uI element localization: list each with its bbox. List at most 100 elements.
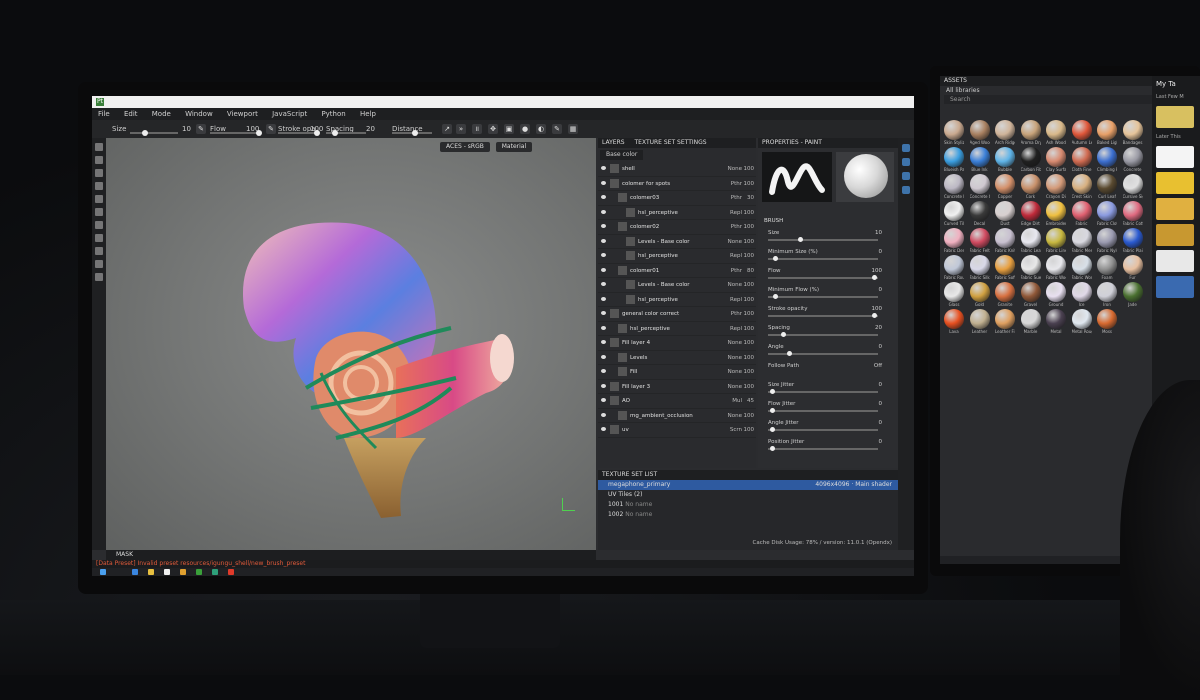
spacing-value[interactable]: 20 [366,123,375,135]
layer-blend-mode[interactable]: None [728,339,742,347]
visibility-eye-icon[interactable] [601,195,606,199]
visibility-eye-icon[interactable] [601,369,606,373]
menu-python[interactable]: Python [321,108,345,120]
symmetry-icon[interactable]: » [456,124,466,134]
property-slider[interactable] [768,408,878,413]
projection-tool-icon[interactable] [95,169,103,177]
property-value[interactable]: Off [874,363,882,369]
asset-material[interactable]: Leather Fine [995,309,1015,335]
3d-viewport[interactable]: ACES - sRGB Material [106,138,596,550]
size-slider[interactable] [130,130,178,136]
layer-blend-mode[interactable]: Pthr [731,223,742,231]
visibility-eye-icon[interactable] [601,282,606,286]
property-value[interactable]: 100 [872,268,883,274]
uv-tiles-row[interactable]: UV Tiles (2) [598,490,898,500]
layer-blend-mode[interactable]: None [728,165,742,173]
property-value[interactable]: 0 [879,401,883,407]
asset-material[interactable]: Fabric Wool [1046,255,1066,281]
task-tile[interactable] [1156,224,1194,246]
asset-material[interactable]: Fabric [1071,201,1092,227]
brush-tool-icon[interactable]: ✎ [552,124,562,134]
asset-material[interactable]: Leather [969,309,990,335]
spacing-slider[interactable] [326,130,366,136]
asset-material[interactable]: Fabric Suede [1020,255,1041,281]
asset-material[interactable]: Ash Wood [1046,120,1066,146]
asset-material[interactable]: Glass [944,282,964,308]
layer-opacity[interactable]: 100 [744,383,755,391]
visibility-eye-icon[interactable] [601,398,606,402]
menu-edit[interactable]: Edit [124,108,138,120]
layer-blend-mode[interactable]: Repl [730,325,742,333]
visibility-eye-icon[interactable] [601,383,606,388]
property-slider[interactable] [768,256,878,261]
layer-row[interactable]: Fill None 100 [598,365,756,380]
smudge-tool-icon[interactable] [95,195,103,203]
layer-blend-mode[interactable]: Scrn [730,426,742,434]
layer-blend-mode[interactable]: None [728,354,742,362]
asset-material[interactable]: Metal [1046,309,1066,335]
visibility-eye-icon[interactable] [601,427,606,431]
visibility-eye-icon[interactable] [601,412,606,417]
asset-material[interactable]: Granite [995,282,1015,308]
task-tile[interactable] [1156,146,1194,168]
asset-material[interactable]: Bubble [995,147,1015,173]
asset-material[interactable]: Clay Surface [1046,147,1066,173]
brush-property-row[interactable]: Size Jitter 0 [768,382,888,394]
pressure-flow-icon[interactable]: ✎ [266,124,276,134]
layer-blend-mode[interactable]: Repl [730,252,742,260]
property-value[interactable]: 0 [879,249,883,255]
visibility-eye-icon[interactable] [601,325,606,330]
property-slider[interactable] [768,275,878,280]
asset-material[interactable]: Fabric Linen [1046,228,1066,254]
layer-opacity[interactable]: 100 [744,296,755,304]
asset-material[interactable]: Fabric Nylon [1097,228,1117,254]
asset-material[interactable]: Cloth Fine [1071,147,1092,173]
layer-row[interactable]: Levels - Base color None 100 [598,235,756,249]
lazy-mouse-icon[interactable]: ↗ [442,124,452,134]
size-value[interactable]: 10 [182,123,191,135]
layer-blend-mode[interactable]: Repl [730,209,742,217]
brush-property-row[interactable]: Minimum Flow (%) 0 [768,287,888,299]
dock-assets-icon[interactable] [902,172,910,180]
property-value[interactable]: 0 [879,382,883,388]
brush-property-row[interactable]: Position Jitter 0 [768,439,888,451]
asset-material[interactable]: Aroma Dry [1020,120,1041,146]
layer-opacity[interactable]: 100 [744,426,755,434]
brush-property-row[interactable]: Flow Jitter 0 [768,401,888,413]
asset-material[interactable]: Carbon Fiber [1020,147,1041,173]
layer-opacity[interactable]: 100 [744,354,755,362]
asset-material[interactable]: Lava [944,309,964,335]
property-slider[interactable] [768,332,878,337]
designer-icon[interactable] [212,569,218,575]
asset-material[interactable]: Fabric Soft [995,255,1015,281]
menu-mode[interactable]: Mode [152,108,171,120]
asset-material[interactable]: Skin Stylized [944,120,964,146]
asset-material[interactable]: Climbing Rope [1097,147,1117,173]
asset-material[interactable]: Fabric Rough [944,255,964,281]
visibility-eye-icon[interactable] [601,253,606,257]
asset-material[interactable]: Blueish Paint [944,147,964,173]
layer-opacity[interactable]: 100 [744,223,755,231]
asset-material[interactable]: Fabric Silk [969,255,990,281]
property-value[interactable]: 0 [879,439,883,445]
picker-tool-icon[interactable] [95,221,103,229]
layer-row[interactable]: shell None 100 [598,162,756,177]
layer-row[interactable]: colomer02 Pthr 100 [598,220,756,235]
asset-material[interactable]: Curved Tile [944,201,964,227]
layer-blend-mode[interactable]: Pthr [731,310,742,318]
layer-row[interactable]: hsl_perceptive Repl 100 [598,249,756,264]
dock-settings-icon[interactable] [902,186,910,194]
layer-opacity[interactable]: 80 [747,267,754,275]
asset-material[interactable]: Marble [1020,309,1041,335]
material-preview[interactable] [836,152,894,202]
property-slider[interactable] [768,446,878,451]
asset-material[interactable]: Aged Wood [969,120,990,146]
layer-row[interactable]: Fill layer 4 None 100 [598,336,756,351]
layer-blend-mode[interactable]: None [728,281,742,289]
eraser-tool-icon[interactable] [95,156,103,164]
property-slider[interactable] [768,294,878,299]
uv-tile-1001[interactable]: 1001 No name [598,500,898,510]
layer-opacity[interactable]: 100 [744,281,755,289]
layer-row[interactable]: hsl_perceptive Repl 100 [598,293,756,307]
layer-row[interactable]: hsl_perceptive Repl 100 [598,322,756,336]
